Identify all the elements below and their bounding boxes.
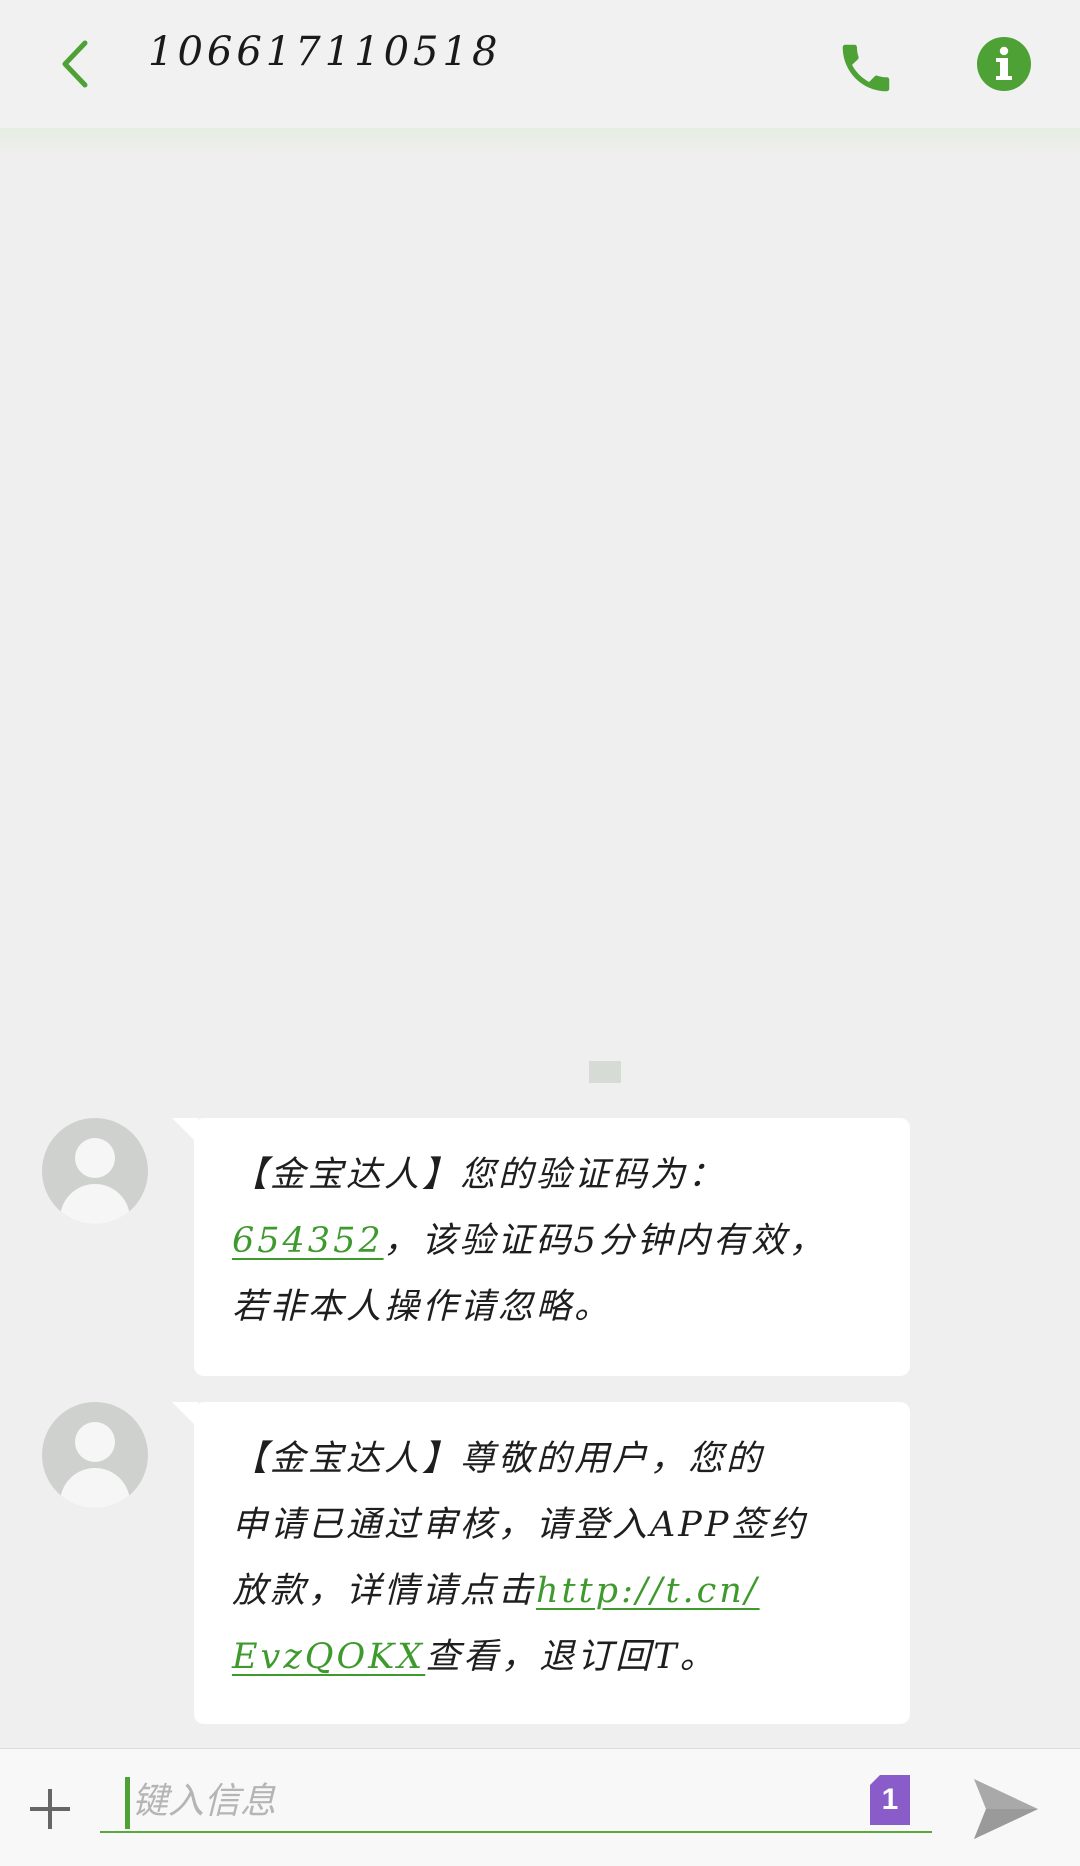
- add-attachment-button[interactable]: [22, 1781, 78, 1837]
- back-button[interactable]: [44, 28, 104, 100]
- message-line: 若非本人操作请忽略。: [232, 1287, 613, 1327]
- phone-icon: [842, 44, 890, 92]
- url-link[interactable]: http://t.cn/: [536, 1571, 760, 1611]
- verification-code-link[interactable]: 654352: [232, 1221, 384, 1261]
- info-button[interactable]: [974, 34, 1034, 94]
- message-line: 放款，详情请点击http://t.cn/: [232, 1558, 880, 1624]
- info-icon: [977, 37, 1031, 91]
- avatar-head: [75, 1138, 115, 1178]
- send-button[interactable]: [966, 1769, 1046, 1849]
- sender-avatar[interactable]: [42, 1402, 148, 1508]
- text-cursor: [125, 1777, 130, 1829]
- message-bubble[interactable]: 【金宝达人】尊敬的用户，您的 申请已通过审核，请登入APP签约 放款，详情请点击…: [194, 1402, 910, 1724]
- avatar-head: [75, 1422, 115, 1462]
- conversation-title: 106617110518: [148, 29, 502, 75]
- call-button[interactable]: [826, 28, 906, 108]
- message-line: 【金宝达人】尊敬的用户，您的: [232, 1439, 765, 1479]
- url-link-continued[interactable]: EvzQOKX: [232, 1637, 425, 1677]
- message-line: 【金宝达人】您的验证码为：: [232, 1155, 727, 1195]
- message-text: 放款，详情请点击: [232, 1571, 537, 1611]
- plus-icon: [30, 1789, 70, 1829]
- header-shadow: [0, 128, 1080, 156]
- chevron-left-icon: [62, 40, 88, 88]
- decorative-mark: [589, 1061, 621, 1083]
- message-line: EvzQOKX查看，退订回T。: [232, 1624, 880, 1690]
- message-line: 654352，该验证码5分钟内有效，: [232, 1208, 880, 1274]
- message-input[interactable]: [100, 1771, 932, 1833]
- message-composer: 1: [0, 1748, 1080, 1866]
- send-icon: [974, 1779, 1038, 1839]
- message-bubble[interactable]: 【金宝达人】您的验证码为： 654352，该验证码5分钟内有效， 若非本人操作请…: [194, 1118, 910, 1376]
- sim-card-selector[interactable]: 1: [870, 1775, 910, 1825]
- sender-avatar[interactable]: [42, 1118, 148, 1224]
- app-header: 106617110518: [0, 0, 1080, 130]
- message-text: 查看，退订回T。: [425, 1637, 718, 1677]
- avatar-body: [60, 1468, 130, 1508]
- avatar-body: [60, 1184, 130, 1224]
- message-line: 申请已通过审核，请登入APP签约: [232, 1505, 808, 1545]
- message-text: ，该验证码5分钟内有效，: [383, 1221, 827, 1261]
